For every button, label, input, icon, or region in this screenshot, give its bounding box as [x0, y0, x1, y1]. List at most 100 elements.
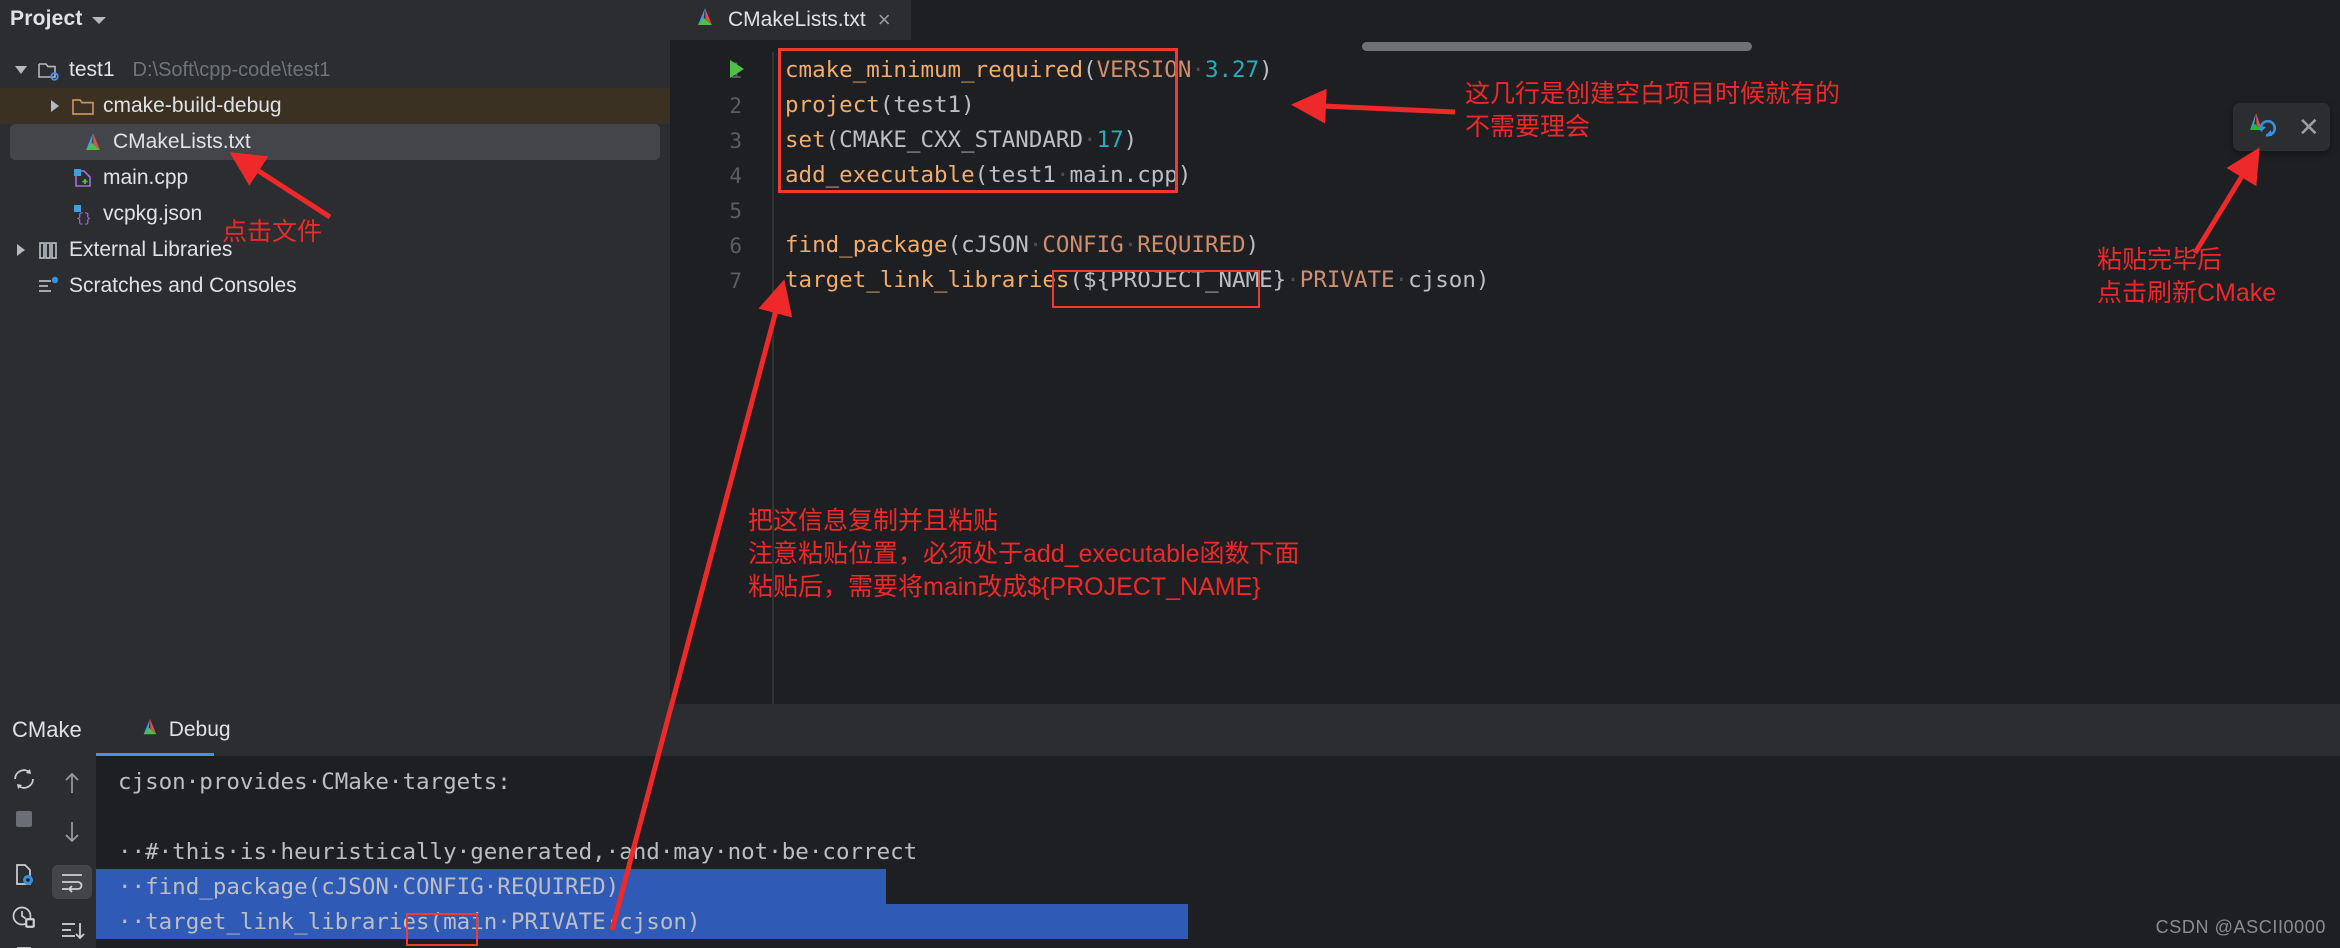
code-token: ( — [1083, 56, 1097, 83]
tree-item-main-cpp[interactable]: main.cpp — [0, 160, 670, 196]
cmake-tab-debug[interactable]: Debug — [140, 704, 231, 756]
code-line[interactable]: project (test1) — [785, 87, 975, 122]
cmake-tab-debug-label: Debug — [168, 718, 231, 741]
cmake-file-icon — [140, 717, 160, 743]
tree-item-label: External Libraries — [69, 238, 233, 261]
run-gutter-icon[interactable] — [730, 60, 744, 78]
code-token: cjson — [1408, 266, 1476, 293]
settings-icon[interactable] — [4, 862, 44, 888]
code-token: · — [1123, 231, 1138, 258]
scroll-to-end-icon[interactable] — [52, 915, 92, 948]
cmake-reload-floating-toolbar: ✕ — [2233, 103, 2330, 151]
console-line[interactable] — [96, 799, 2340, 834]
close-icon[interactable]: ✕ — [2298, 114, 2320, 140]
tree-item-vcpkg-json[interactable]: {} vcpkg.json — [0, 196, 670, 232]
code-line[interactable]: target_link_libraries(${PROJECT_NAME} · PR… — [785, 262, 1489, 297]
line-number: 4 — [729, 164, 742, 188]
tree-item-label: CMakeLists.txt — [113, 130, 251, 153]
cmake-file-icon — [694, 6, 716, 34]
code-token: VERSION — [1096, 56, 1192, 83]
code-editor[interactable]: 1 cmake_minimum_required(VERSION · 3.27) 2 pr… — [670, 48, 2340, 704]
console-line[interactable]: ··target_link_libraries(main·PRIVATE·cjs… — [96, 904, 1188, 939]
tree-item-test1[interactable]: test1 D:\Soft\cpp-code\test1 — [0, 52, 670, 88]
code-token: · — [1394, 266, 1409, 293]
code-token: target_link_libraries — [785, 266, 1070, 293]
code-line[interactable]: set (CMAKE_CXX_STANDARD · 17) — [785, 122, 1137, 157]
console-line[interactable]: ··#·this·is·heuristically·generated,·and… — [96, 834, 2340, 869]
rerun-icon[interactable] — [4, 766, 44, 792]
folder-icon — [68, 93, 98, 119]
code-token: ) — [1475, 266, 1490, 293]
svg-text:{}: {} — [76, 211, 92, 225]
project-panel-title: Project — [10, 7, 83, 30]
code-token: ) — [1259, 56, 1273, 83]
tree-item-label: main.cpp — [103, 166, 189, 189]
code-token: add_executable — [785, 161, 975, 188]
arrow-up-icon[interactable] — [52, 766, 92, 800]
code-token: · — [1286, 266, 1300, 293]
console-line[interactable]: cjson·provides·CMake·targets: — [96, 764, 2340, 799]
tree-item-cmakelists-txt[interactable]: CMakeLists.txt — [10, 124, 660, 160]
code-token: (test1 — [974, 161, 1056, 188]
code-token: ( — [1069, 266, 1084, 293]
code-token: (test1) — [879, 91, 975, 118]
cpp-file-icon — [68, 165, 98, 191]
code-token: PRIVATE — [1299, 266, 1395, 293]
console-line[interactable]: ··find_package(cJSON·CONFIG·REQUIRED) — [96, 869, 886, 904]
history-icon[interactable] — [4, 904, 44, 930]
code-token: (cJSON — [947, 231, 1029, 258]
json-file-icon: {} — [68, 201, 98, 227]
annotation-paste-note: 把这信息复制并且粘贴 注意粘贴位置，必须处于add_executable函数下面… — [748, 507, 1300, 601]
stop-icon[interactable] — [4, 808, 44, 830]
project-tool-window: Project test1 D:\Soft\cpp-code\test1 cmake… — [0, 0, 670, 704]
line-number: 7 — [729, 269, 742, 293]
cmake-file-icon — [78, 129, 108, 155]
twisty-collapsed-icon[interactable] — [8, 244, 34, 256]
code-token: · — [1055, 161, 1070, 188]
toolbar-column-right — [48, 756, 96, 948]
code-token: ) — [1245, 231, 1260, 258]
code-token: REQUIRED — [1137, 231, 1246, 258]
editor-horizontal-scrollbar[interactable] — [1362, 42, 1752, 51]
tree-item-cmake-build-debug[interactable]: cmake-build-debug — [0, 88, 670, 124]
cmake-console-output[interactable]: cjson·provides·CMake·targets: ··#·this·is… — [96, 756, 2340, 948]
cmake-reload-icon[interactable] — [2243, 110, 2277, 145]
soft-wrap-icon[interactable] — [52, 865, 92, 899]
line-number: 5 — [729, 199, 742, 223]
close-icon[interactable]: × — [878, 9, 891, 31]
tree-item-external-libraries[interactable]: External Libraries — [0, 232, 670, 268]
code-token: main.cpp) — [1069, 161, 1192, 188]
line-number: 2 — [729, 94, 742, 118]
toolbar-column-left — [0, 756, 48, 948]
gutter-divider — [772, 52, 774, 704]
code-token: 17 — [1096, 126, 1124, 153]
cmake-panel-header: CMake Debug — [0, 704, 2340, 756]
code-line[interactable]: cmake_minimum_required(VERSION · 3.27) — [785, 52, 1273, 87]
project-folder-icon — [34, 57, 64, 83]
twisty-expanded-icon[interactable] — [8, 66, 34, 74]
line-number: 3 — [729, 129, 742, 153]
cmake-panel-title: CMake — [12, 717, 82, 742]
code-line[interactable]: add_executable (test1 · main.cpp) — [785, 157, 1191, 192]
editor-tab-cmakelists[interactable]: CMakeLists.txt × — [670, 0, 911, 40]
code-token: (CMAKE_CXX_STANDARD — [825, 126, 1084, 153]
editor-tabbar: CMakeLists.txt × — [670, 0, 2340, 40]
chevron-down-icon[interactable] — [91, 17, 106, 24]
project-tree: test1 D:\Soft\cpp-code\test1 cmake-build-d… — [0, 38, 670, 304]
arrow-down-icon[interactable] — [52, 816, 92, 850]
code-token: CONFIG — [1042, 231, 1124, 258]
code-token: cmake_minimum_required — [785, 56, 1084, 83]
library-icon — [34, 237, 64, 263]
twisty-collapsed-icon[interactable] — [42, 100, 68, 112]
cmake-tool-window: CMake Debug cjson·provides·CMake·targets… — [0, 704, 2340, 948]
code-line[interactable]: find_package (cJSON · CONFIG · REQUIRED) — [785, 227, 1259, 262]
tree-item-label: Scratches and Consoles — [69, 274, 297, 297]
code-token: · — [1083, 126, 1097, 153]
tree-item-scratches-and-consoles[interactable]: Scratches and Consoles — [0, 268, 670, 304]
tree-item-path: D:\Soft\cpp-code\test1 — [132, 58, 331, 81]
project-panel-header[interactable]: Project — [0, 0, 670, 38]
tree-item-label: cmake-build-debug — [103, 94, 282, 117]
annotation-click-file: 点击文件 — [222, 218, 323, 246]
code-token: set — [785, 126, 826, 153]
line-number: 6 — [729, 234, 742, 258]
